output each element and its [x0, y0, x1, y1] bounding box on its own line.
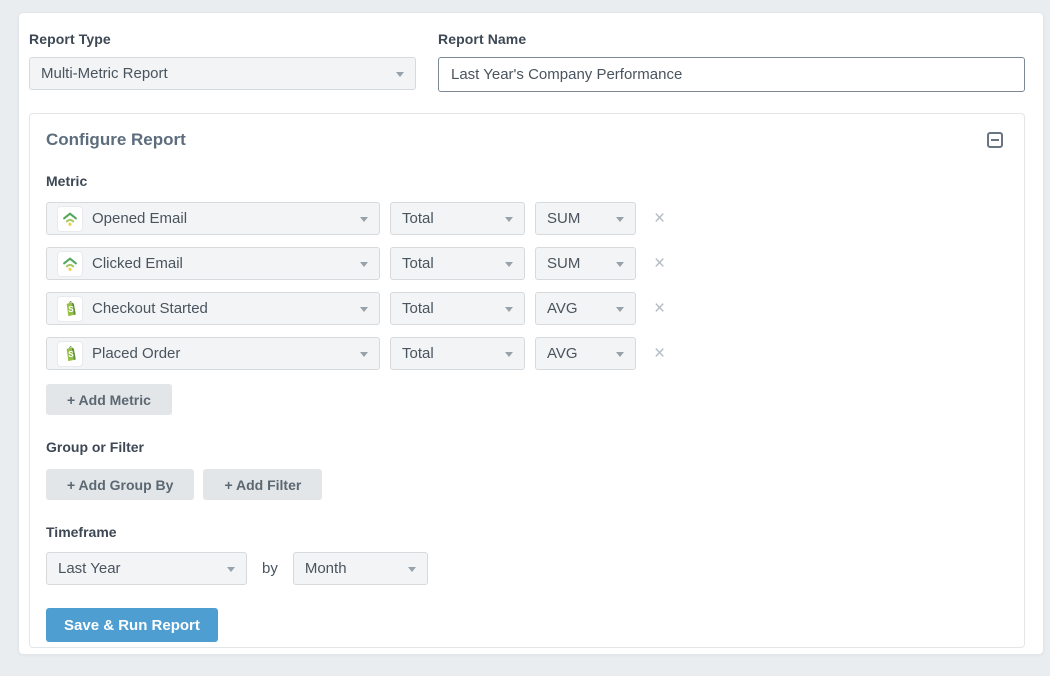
measurement-select-value: Total	[402, 255, 434, 272]
by-label: by	[262, 560, 278, 577]
measurement-select-value: Total	[402, 345, 434, 362]
aggregation-select[interactable]: AVG	[535, 292, 636, 325]
configure-report-panel: Configure Report Metric Opened Email Tot…	[29, 113, 1025, 648]
metric-select-value: Placed Order	[92, 345, 180, 362]
metric-select-value: Checkout Started	[92, 300, 208, 317]
report-name-input[interactable]	[438, 57, 1025, 92]
chevron-down-icon	[616, 307, 624, 312]
chevron-down-icon	[505, 262, 513, 267]
remove-metric-icon[interactable]: ×	[654, 254, 665, 273]
chevron-down-icon	[396, 72, 404, 77]
chevron-down-icon	[616, 262, 624, 267]
aggregation-select[interactable]: AVG	[535, 337, 636, 370]
chevron-down-icon	[360, 307, 368, 312]
measurement-select[interactable]: Total	[390, 292, 525, 325]
configure-report-title: Configure Report	[46, 130, 1008, 150]
measurement-select[interactable]: Total	[390, 247, 525, 280]
group-or-filter-label: Group or Filter	[46, 439, 1008, 455]
chevron-down-icon	[360, 352, 368, 357]
report-type-value: Multi-Metric Report	[41, 65, 168, 82]
metric-select[interactable]: S Checkout Started	[46, 292, 380, 325]
timeframe-select-value: Last Year	[58, 560, 121, 577]
chevron-down-icon	[505, 307, 513, 312]
save-run-report-button[interactable]: Save & Run Report	[46, 608, 218, 642]
metric-row: Opened Email Total SUM ×	[46, 202, 1008, 235]
metric-select[interactable]: Clicked Email	[46, 247, 380, 280]
metric-row: S Placed Order Total AVG ×	[46, 337, 1008, 370]
timeframe-row: Last Year by Month	[46, 552, 1008, 585]
chevron-down-icon	[360, 217, 368, 222]
metric-row: Clicked Email Total SUM ×	[46, 247, 1008, 280]
shopify-icon: S	[58, 342, 82, 366]
group-filter-button-row: + Add Group By + Add Filter	[46, 469, 1008, 500]
svg-text:S: S	[68, 304, 74, 314]
metric-section-label: Metric	[46, 173, 1008, 189]
add-filter-button[interactable]: + Add Filter	[203, 469, 322, 500]
measurement-select[interactable]: Total	[390, 337, 525, 370]
chevron-down-icon	[505, 217, 513, 222]
timeframe-select[interactable]: Last Year	[46, 552, 247, 585]
chevron-down-icon	[616, 217, 624, 222]
shopify-icon: S	[58, 297, 82, 321]
aggregation-select-value: SUM	[547, 210, 580, 227]
chevron-down-icon	[408, 567, 416, 572]
interval-select[interactable]: Month	[293, 552, 428, 585]
metric-select[interactable]: Opened Email	[46, 202, 380, 235]
report-type-field: Report Type Multi-Metric Report	[29, 31, 416, 92]
remove-metric-icon[interactable]: ×	[654, 209, 665, 228]
aggregation-select-value: AVG	[547, 300, 578, 317]
aggregation-select-value: AVG	[547, 345, 578, 362]
aggregation-select[interactable]: SUM	[535, 247, 636, 280]
klaviyo-email-metric-icon	[58, 252, 82, 276]
metric-row: S Checkout Started Total AVG ×	[46, 292, 1008, 325]
add-group-by-button[interactable]: + Add Group By	[46, 469, 194, 500]
chevron-down-icon	[505, 352, 513, 357]
metric-select-value: Opened Email	[92, 210, 187, 227]
report-type-select[interactable]: Multi-Metric Report	[29, 57, 416, 90]
metric-select[interactable]: S Placed Order	[46, 337, 380, 370]
measurement-select[interactable]: Total	[390, 202, 525, 235]
remove-metric-icon[interactable]: ×	[654, 299, 665, 318]
aggregation-select[interactable]: SUM	[535, 202, 636, 235]
collapse-panel-icon[interactable]	[987, 132, 1003, 148]
report-header-row: Report Type Multi-Metric Report Report N…	[29, 31, 1025, 92]
svg-text:S: S	[68, 349, 74, 359]
chevron-down-icon	[616, 352, 624, 357]
interval-select-value: Month	[305, 560, 347, 577]
klaviyo-email-metric-icon	[58, 207, 82, 231]
report-builder-card: Report Type Multi-Metric Report Report N…	[18, 12, 1044, 655]
report-type-label: Report Type	[29, 31, 416, 47]
report-name-field: Report Name	[438, 31, 1025, 92]
aggregation-select-value: SUM	[547, 255, 580, 272]
chevron-down-icon	[227, 567, 235, 572]
measurement-select-value: Total	[402, 210, 434, 227]
add-metric-button[interactable]: + Add Metric	[46, 384, 172, 415]
measurement-select-value: Total	[402, 300, 434, 317]
remove-metric-icon[interactable]: ×	[654, 344, 665, 363]
timeframe-label: Timeframe	[46, 524, 1008, 540]
report-name-label: Report Name	[438, 31, 1025, 47]
chevron-down-icon	[360, 262, 368, 267]
metric-select-value: Clicked Email	[92, 255, 183, 272]
